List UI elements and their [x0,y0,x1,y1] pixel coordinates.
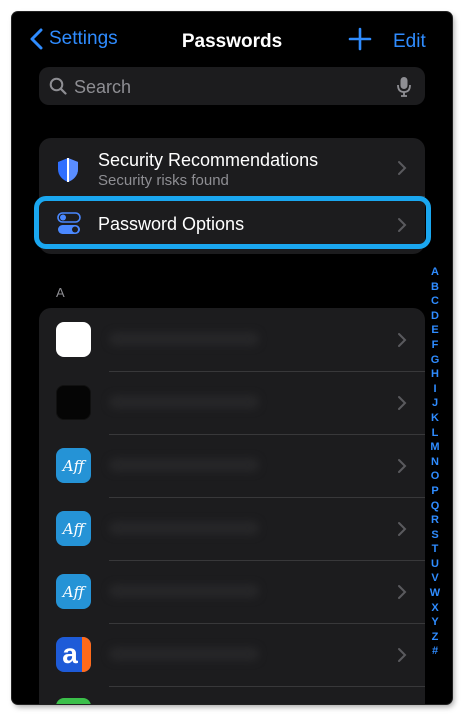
search-icon [49,77,67,95]
edit-button[interactable]: Edit [393,31,426,53]
add-icon[interactable] [348,27,372,51]
a-letter: a [62,638,78,669]
index-letter[interactable]: B [428,280,442,295]
index-letter[interactable]: T [428,542,442,557]
index-letter[interactable]: Y [428,615,442,630]
redacted-text [109,395,259,409]
index-letter[interactable]: V [428,571,442,586]
security-title: Security Recommendations [98,150,319,170]
phone-screen: Settings Passwords Edit Security Recomme… [12,12,452,704]
redacted-text [109,332,259,346]
redacted-text [109,647,259,661]
navigation-bar: Settings Passwords Edit [12,12,452,72]
row-divider [109,686,425,687]
row-divider [109,497,425,498]
index-letter[interactable]: W [428,586,442,601]
search-input[interactable] [72,67,386,107]
chevron-right-icon [398,218,407,232]
security-subtitle: Security risks found [98,172,229,189]
index-letter[interactable]: O [428,469,442,484]
back-label: Settings [49,28,118,49]
list-item[interactable] [39,308,425,371]
microphone-icon[interactable] [397,76,411,97]
chevron-right-icon [398,585,407,599]
index-letter[interactable]: R [428,513,442,528]
chevron-right-icon [398,522,407,536]
index-letter[interactable]: J [428,396,442,411]
chevron-right-icon [398,396,407,410]
chevron-right-icon [398,333,407,347]
index-letter[interactable]: C [428,294,442,309]
index-letter[interactable]: N [428,455,442,470]
index-letter[interactable]: L [428,426,442,441]
row-divider [109,434,425,435]
section-header: A [56,285,65,300]
toggles-icon [57,212,81,234]
row-divider [109,623,425,624]
redacted-text [109,521,259,535]
index-letter[interactable]: M [428,440,442,455]
index-letter[interactable]: S [428,528,442,543]
security-options-group: Security Recommendations Security risks … [39,138,425,254]
black-app-icon [56,385,91,420]
white-app-icon [56,322,91,357]
index-letter[interactable]: Q [428,499,442,514]
list-item[interactable] [39,371,425,434]
back-button[interactable]: Settings [30,28,118,50]
list-item[interactable]: Aff [39,434,425,497]
index-letter[interactable]: G [428,353,442,368]
redacted-text [109,458,259,472]
list-item[interactable]: Aff [39,560,425,623]
index-letter[interactable]: A [428,265,442,280]
aff-app-icon: Aff [56,574,91,609]
password-options-title: Password Options [98,214,245,234]
green-app-icon [56,698,91,704]
page-title: Passwords [181,31,283,52]
search-bar[interactable] [39,67,425,107]
chevron-right-icon [398,161,407,175]
index-letter[interactable]: E [428,323,442,338]
chevron-left-icon [30,28,43,50]
icon-orange-stripe [82,637,91,672]
password-options-row[interactable]: Password Options [39,196,425,254]
index-letter[interactable]: H [428,367,442,382]
index-letter[interactable]: K [428,411,442,426]
chevron-right-icon [398,648,407,662]
chevron-right-icon [398,459,407,473]
index-letter[interactable]: D [428,309,442,324]
list-item[interactable] [39,686,425,704]
row-divider [109,560,425,561]
list-item[interactable]: a [39,623,425,686]
row-divider [109,371,425,372]
list-item[interactable]: Aff [39,497,425,560]
alphabet-index[interactable]: A B C D E F G H I J K L M N O P Q R S T U V W X Y Z # [428,265,442,659]
index-letter[interactable]: I [428,382,442,397]
index-letter[interactable]: U [428,557,442,572]
highlight-outline [34,196,431,249]
index-letter[interactable]: F [428,338,442,353]
index-letter[interactable]: Z [428,630,442,645]
index-letter[interactable]: P [428,484,442,499]
a-app-icon: a [56,637,91,672]
row-divider [98,196,425,197]
index-letter[interactable]: # [428,644,442,659]
shield-icon [58,158,78,182]
password-list: Aff Aff Aff a [39,308,425,704]
aff-app-icon: Aff [56,511,91,546]
index-letter[interactable]: X [428,601,442,616]
redacted-text [109,584,259,598]
aff-app-icon: Aff [56,448,91,483]
security-recommendations-row[interactable]: Security Recommendations Security risks … [39,138,425,196]
